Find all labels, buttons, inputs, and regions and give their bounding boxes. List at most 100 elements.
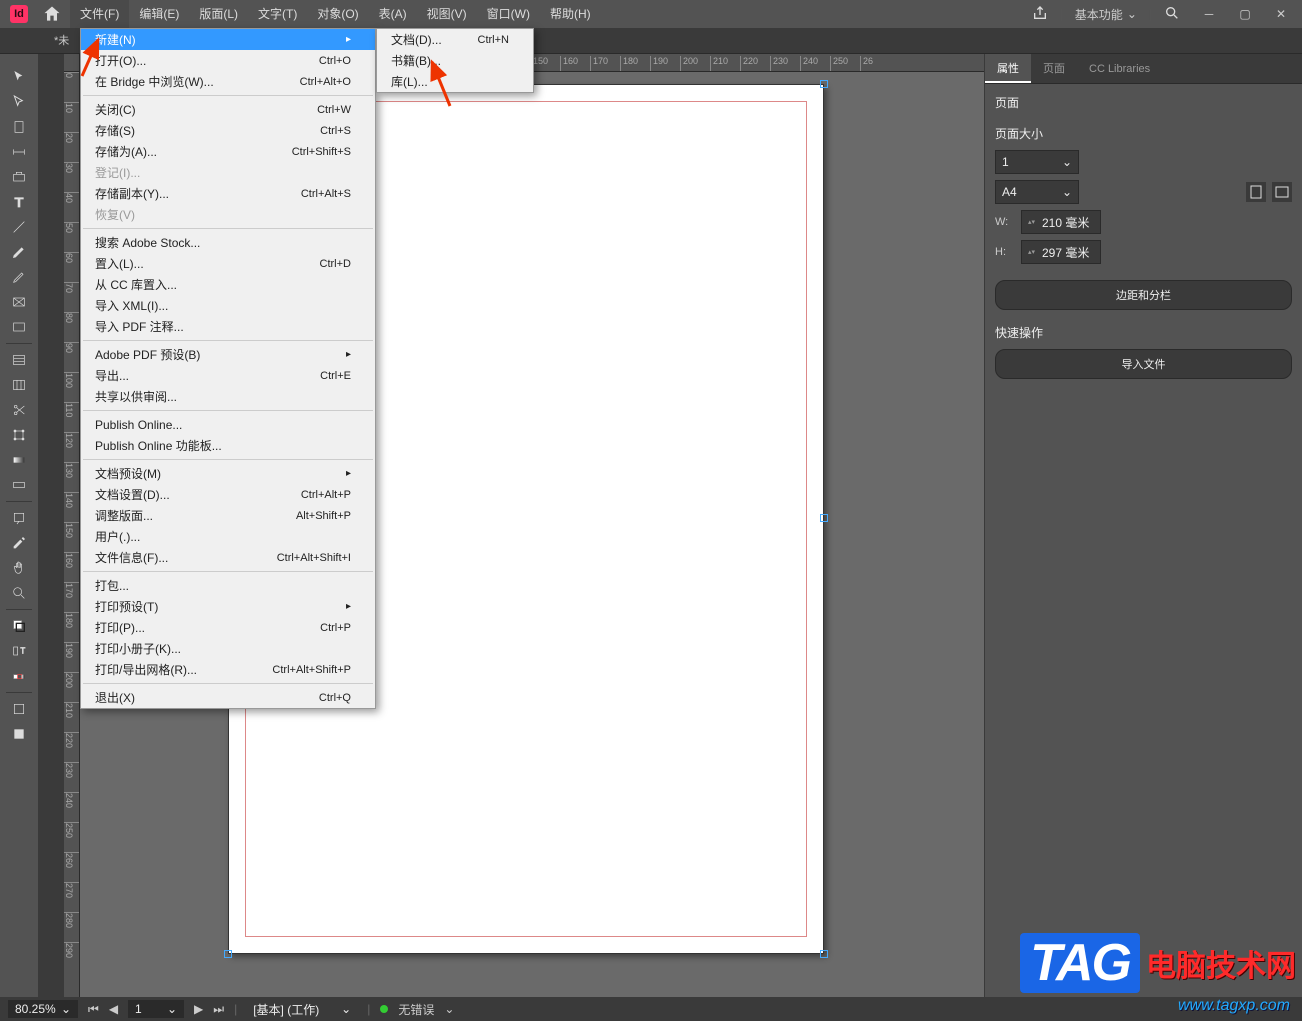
file-menu-item[interactable]: 文件信息(F)...Ctrl+Alt+Shift+I xyxy=(81,547,375,568)
width-input[interactable]: ▴▾ 210 毫米 xyxy=(1021,210,1101,234)
panel-tab-1[interactable]: 页面 xyxy=(1031,54,1077,83)
file-menu-item[interactable]: 关闭(C)Ctrl+W xyxy=(81,99,375,120)
workspace-switcher[interactable]: 基本功能 ⌄ xyxy=(1065,2,1147,27)
page-number-dropdown[interactable]: 1 ⌄ xyxy=(995,150,1079,174)
file-menu-item[interactable]: 打开(O)...Ctrl+O xyxy=(81,50,375,71)
zoom-dropdown[interactable]: 80.25%⌄ xyxy=(8,1000,78,1018)
file-menu-item[interactable]: Publish Online... xyxy=(81,414,375,435)
file-menu-item[interactable]: 共享以供审阅... xyxy=(81,386,375,407)
file-menu-item[interactable]: 退出(X)Ctrl+Q xyxy=(81,687,375,708)
nav-next-icon[interactable]: ▶ xyxy=(194,1002,203,1016)
menu-8[interactable]: 帮助(H) xyxy=(540,0,601,28)
file-menu-item[interactable]: 文档预设(M)▸ xyxy=(81,463,375,484)
page-tool[interactable] xyxy=(6,115,32,139)
file-menu-item[interactable]: 打印/导出网格(R)...Ctrl+Alt+Shift+P xyxy=(81,659,375,680)
gradient-feather-tool[interactable] xyxy=(6,473,32,497)
page-handle[interactable] xyxy=(820,950,828,958)
menu-2[interactable]: 版面(L) xyxy=(189,0,248,28)
ruler-vertical[interactable]: 0102030405060708090100110120130140150160… xyxy=(64,54,80,997)
pencil-tool[interactable] xyxy=(6,265,32,289)
panel-tab-2[interactable]: CC Libraries xyxy=(1077,54,1162,83)
view-mode-normal[interactable] xyxy=(6,697,32,721)
zoom-tool[interactable] xyxy=(6,581,32,605)
pen-tool[interactable] xyxy=(6,240,32,264)
file-menu-item[interactable]: 存储(S)Ctrl+S xyxy=(81,120,375,141)
direct-selection-tool[interactable] xyxy=(6,90,32,114)
grid-tool-2[interactable] xyxy=(6,373,32,397)
doc-tab[interactable]: *未 xyxy=(42,28,81,54)
hand-tool[interactable] xyxy=(6,556,32,580)
file-menu-item[interactable]: Publish Online 功能板... xyxy=(81,435,375,456)
stepper-icon[interactable]: ▴▾ xyxy=(1028,243,1038,261)
line-tool[interactable] xyxy=(6,215,32,239)
new-submenu-item[interactable]: 库(L)... xyxy=(377,71,533,92)
file-menu-item[interactable]: 搜索 Adobe Stock... xyxy=(81,232,375,253)
file-menu-item[interactable]: Adobe PDF 预设(B)▸ xyxy=(81,344,375,365)
gradient-swatch-tool[interactable] xyxy=(6,448,32,472)
panel-tab-0[interactable]: 属性 xyxy=(985,54,1031,83)
file-menu-item[interactable]: 用户(.)... xyxy=(81,526,375,547)
grid-tool-1[interactable] xyxy=(6,348,32,372)
minimize-button[interactable]: ─ xyxy=(1192,3,1226,25)
home-icon[interactable] xyxy=(42,4,62,24)
file-menu-item[interactable]: 存储副本(Y)...Ctrl+Alt+S xyxy=(81,183,375,204)
file-menu-item[interactable]: 打印小册子(K)... xyxy=(81,638,375,659)
file-menu-item[interactable]: 打包... xyxy=(81,575,375,596)
nav-last-icon[interactable]: ⏭ xyxy=(213,1002,224,1017)
fill-stroke-indicator[interactable] xyxy=(6,614,32,638)
height-input[interactable]: ▴▾ 297 毫米 xyxy=(1021,240,1101,264)
file-menu-item[interactable]: 打印预设(T)▸ xyxy=(81,596,375,617)
menu-7[interactable]: 窗口(W) xyxy=(477,0,540,28)
page-handle[interactable] xyxy=(820,80,828,88)
selection-tool[interactable] xyxy=(6,65,32,89)
menu-3[interactable]: 文字(T) xyxy=(248,0,307,28)
new-submenu-item[interactable]: 文档(D)...Ctrl+N xyxy=(377,29,533,50)
file-menu-item[interactable]: 置入(L)...Ctrl+D xyxy=(81,253,375,274)
view-mode-preview[interactable] xyxy=(6,722,32,746)
file-menu-item[interactable]: 从 CC 库置入... xyxy=(81,274,375,295)
file-menu-item[interactable]: 存储为(A)...Ctrl+Shift+S xyxy=(81,141,375,162)
file-menu-item[interactable]: 文档设置(D)...Ctrl+Alt+P xyxy=(81,484,375,505)
page-handle[interactable] xyxy=(224,950,232,958)
color-toggle[interactable] xyxy=(6,664,32,688)
layer-dropdown[interactable]: [基本] (工作)⌄ xyxy=(247,1000,357,1018)
file-menu-item[interactable]: 在 Bridge 中浏览(W)...Ctrl+Alt+O xyxy=(81,71,375,92)
type-tool[interactable] xyxy=(6,190,32,214)
page-handle[interactable] xyxy=(820,514,828,522)
content-collector-tool[interactable] xyxy=(6,165,32,189)
close-button[interactable]: ✕ xyxy=(1264,3,1298,25)
file-menu-item[interactable]: 导入 PDF 注释... xyxy=(81,316,375,337)
stepper-icon[interactable]: ▴▾ xyxy=(1028,213,1038,231)
menu-1[interactable]: 编辑(E) xyxy=(129,0,189,28)
formatting-toggle[interactable]: T xyxy=(6,639,32,663)
eyedropper-tool[interactable] xyxy=(6,531,32,555)
ruler-corner[interactable] xyxy=(64,54,80,72)
menu-6[interactable]: 视图(V) xyxy=(417,0,477,28)
scissors-tool[interactable] xyxy=(6,398,32,422)
free-transform-tool[interactable] xyxy=(6,423,32,447)
menu-4[interactable]: 对象(O) xyxy=(307,0,368,28)
rectangle-tool[interactable] xyxy=(6,315,32,339)
file-menu-item[interactable]: 调整版面...Alt+Shift+P xyxy=(81,505,375,526)
file-menu-item[interactable]: 新建(N)▸ xyxy=(81,29,375,50)
new-submenu-item[interactable]: 书籍(B)... xyxy=(377,50,533,71)
note-tool[interactable] xyxy=(6,506,32,530)
chevron-down-icon[interactable]: ⌄ xyxy=(444,1002,454,1016)
page-nav-dropdown[interactable]: 1⌄ xyxy=(128,1000,184,1018)
menu-5[interactable]: 表(A) xyxy=(369,0,417,28)
orientation-portrait-icon[interactable] xyxy=(1246,182,1266,202)
search-icon[interactable] xyxy=(1154,1,1190,28)
menu-0[interactable]: 文件(F) xyxy=(70,0,129,28)
orientation-landscape-icon[interactable] xyxy=(1272,182,1292,202)
file-menu-item[interactable]: 导出...Ctrl+E xyxy=(81,365,375,386)
margins-columns-button[interactable]: 边距和分栏 xyxy=(995,280,1292,310)
import-file-button[interactable]: 导入文件 xyxy=(995,349,1292,379)
nav-first-icon[interactable]: ⏮ xyxy=(88,1002,99,1017)
page-size-dropdown[interactable]: A4 ⌄ xyxy=(995,180,1079,204)
file-menu-item[interactable]: 导入 XML(I)... xyxy=(81,295,375,316)
file-menu-item[interactable]: 打印(P)...Ctrl+P xyxy=(81,617,375,638)
rectangle-frame-tool[interactable] xyxy=(6,290,32,314)
share-icon[interactable] xyxy=(1022,1,1058,28)
maximize-button[interactable]: ▢ xyxy=(1228,3,1262,25)
gap-tool[interactable] xyxy=(6,140,32,164)
